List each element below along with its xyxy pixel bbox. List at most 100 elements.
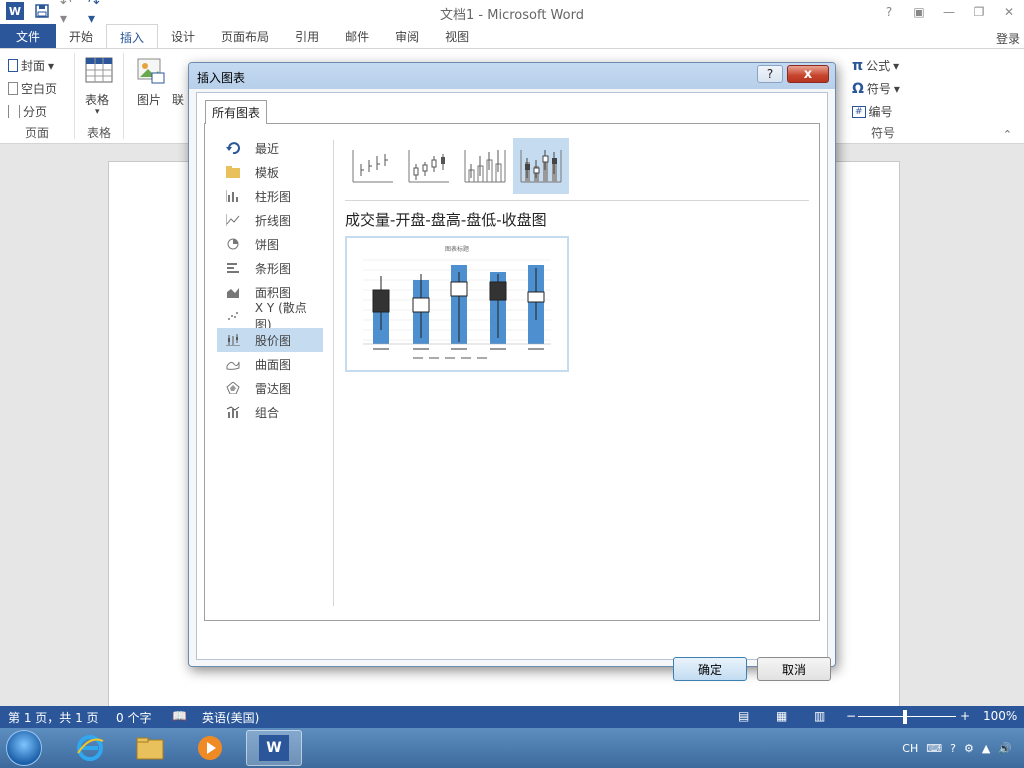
preview-candle-down — [372, 289, 390, 313]
page-break-icon — [8, 105, 20, 118]
tab-all-charts[interactable]: 所有图表 — [205, 100, 268, 124]
tab-design[interactable]: 设计 — [158, 24, 208, 48]
close-icon[interactable]: ✕ — [994, 0, 1024, 24]
word-count[interactable]: 0 个字 — [116, 709, 151, 726]
ok-button[interactable]: 确定 — [673, 657, 747, 681]
ie-taskbar-icon[interactable] — [62, 730, 118, 766]
category-surface[interactable]: 曲面图 — [217, 352, 323, 376]
chart-type-title: 成交量-开盘-盘高-盘低-收盘图 — [345, 211, 547, 229]
system-tray: CH ⌨ ? ⚙ ▲ 🔊 — [902, 728, 1024, 768]
blank-page-button[interactable]: 空白页 — [8, 80, 57, 97]
hash-icon: # — [852, 105, 866, 118]
dialog-close-button[interactable]: x — [787, 65, 829, 83]
sign-in-link[interactable]: 登录 — [996, 30, 1020, 47]
page-count[interactable]: 第 1 页，共 1 页 — [8, 709, 99, 726]
column-chart-icon — [225, 189, 241, 203]
zoom-level[interactable]: 100% — [983, 709, 1017, 723]
tab-insert[interactable]: 插入 — [106, 24, 159, 49]
category-recent[interactable]: 最近 — [217, 136, 323, 160]
chart-preview[interactable]: 图表标题 — [345, 236, 569, 372]
tab-home[interactable]: 开始 — [56, 24, 106, 48]
picture-icon[interactable] — [136, 57, 166, 90]
help-icon[interactable]: ? — [874, 0, 904, 24]
category-pie[interactable]: 饼图 — [217, 232, 323, 256]
equation-button[interactable]: π 公式 ▾ — [852, 57, 899, 74]
category-scatter[interactable]: X Y (散点图) — [217, 301, 323, 332]
cover-page-icon — [8, 59, 18, 72]
online-pictures-label[interactable]: 联 — [172, 91, 184, 108]
table-icon[interactable] — [85, 57, 113, 86]
category-divider — [333, 140, 334, 606]
start-button[interactable] — [6, 730, 42, 766]
preview-axis-ticks — [373, 348, 544, 350]
zoom-out-icon[interactable]: − — [846, 709, 856, 723]
word-taskbar-icon[interactable]: W — [246, 730, 302, 766]
dialog-help-button[interactable]: ? — [757, 65, 783, 83]
window-title: 文档1 - Microsoft Word — [440, 8, 584, 23]
preview-candle-up — [527, 291, 545, 303]
page-break-button[interactable]: 分页 — [8, 103, 47, 120]
tab-page-layout[interactable]: 页面布局 — [208, 24, 282, 48]
preview-chart-svg: 图表标题 — [363, 245, 551, 359]
table-dropdown-icon[interactable]: ▾ — [95, 107, 100, 117]
subtype-volume-open-high-low-close[interactable] — [513, 138, 569, 194]
tab-view[interactable]: 视图 — [432, 24, 482, 48]
tab-mailings[interactable]: 邮件 — [332, 24, 382, 48]
preview-candles — [372, 268, 545, 342]
settings-tray-icon[interactable]: ⚙ — [964, 742, 974, 755]
category-stock[interactable]: 股价图 — [217, 328, 323, 352]
cover-page-button[interactable]: 封面 ▾ — [8, 57, 54, 74]
ime-indicator[interactable]: CH — [902, 742, 918, 755]
minimize-icon[interactable]: — — [934, 0, 964, 24]
subtype-high-low-close[interactable] — [345, 138, 401, 194]
category-templates[interactable]: 模板 — [217, 160, 323, 184]
table-button-label[interactable]: 表格 — [85, 91, 109, 108]
symbols-group: π 公式 ▾ Ω 符号 ▾ # 编号 符号 — [852, 57, 900, 140]
category-line[interactable]: 折线图 — [217, 208, 323, 232]
tables-group: 表格 ▾ 表格 — [75, 49, 123, 143]
print-layout-icon[interactable]: ▦ — [776, 709, 787, 723]
subtype-volume-high-low-close[interactable] — [457, 138, 513, 194]
folder-icon — [225, 165, 241, 179]
preview-tick-label — [413, 348, 429, 350]
subtype-open-high-low-close[interactable] — [401, 138, 457, 194]
category-combo[interactable]: 组合 — [217, 400, 323, 424]
keyboard-icon[interactable]: ⌨ — [926, 742, 942, 755]
pi-icon: π — [852, 57, 864, 74]
scatter-chart-icon — [225, 309, 241, 323]
status-bar: 第 1 页，共 1 页 0 个字 📖 英语(美国) ▤ ▦ ▥ − + 100% — [0, 706, 1024, 728]
tab-references[interactable]: 引用 — [282, 24, 332, 48]
category-bar[interactable]: 条形图 — [217, 256, 323, 280]
zoom-slider-thumb[interactable] — [903, 710, 907, 724]
proofing-icon[interactable]: 📖 — [172, 709, 187, 723]
picture-button-label[interactable]: 图片 — [137, 91, 161, 108]
illustrations-group: 图片 联 — [124, 49, 188, 143]
volume-icon[interactable]: 🔊 — [998, 742, 1012, 755]
collapse-ribbon-icon[interactable]: ⌃ — [1003, 128, 1012, 141]
zoom-in-icon[interactable]: + — [960, 709, 970, 723]
explorer-taskbar-icon[interactable] — [122, 730, 178, 766]
language-indicator[interactable]: 英语(美国) — [202, 709, 259, 726]
tab-review[interactable]: 审阅 — [382, 24, 432, 48]
media-player-taskbar-icon[interactable] — [182, 730, 238, 766]
number-button[interactable]: # 编号 — [852, 103, 893, 120]
preview-tick-label — [373, 348, 389, 350]
show-hidden-icons-icon[interactable]: ▲ — [982, 742, 990, 755]
recent-icon — [225, 141, 241, 155]
read-mode-icon[interactable]: ▤ — [738, 709, 749, 723]
cancel-button[interactable]: 取消 — [757, 657, 831, 681]
all-charts-panel: 最近 模板 柱形图 折线图 饼图 条形图 面积图 X Y (散点图) 股价图 曲… — [204, 123, 820, 621]
ribbon-display-icon[interactable]: ▣ — [904, 0, 934, 24]
help-tray-icon[interactable]: ? — [950, 742, 956, 755]
preview-tick-label — [528, 348, 544, 350]
dialog-titlebar[interactable]: 插入图表 ? x — [189, 63, 835, 89]
tab-file[interactable]: 文件 — [0, 24, 56, 48]
chart-category-list: 最近 模板 柱形图 折线图 饼图 条形图 面积图 X Y (散点图) 股价图 曲… — [217, 136, 323, 424]
symbol-button[interactable]: Ω 符号 ▾ — [852, 80, 900, 97]
category-column[interactable]: 柱形图 — [217, 184, 323, 208]
web-layout-icon[interactable]: ▥ — [814, 709, 825, 723]
preview-candle-up — [412, 297, 430, 313]
zoom-slider[interactable] — [858, 716, 956, 717]
category-radar[interactable]: 雷达图 — [217, 376, 323, 400]
restore-icon[interactable]: ❐ — [964, 0, 994, 24]
